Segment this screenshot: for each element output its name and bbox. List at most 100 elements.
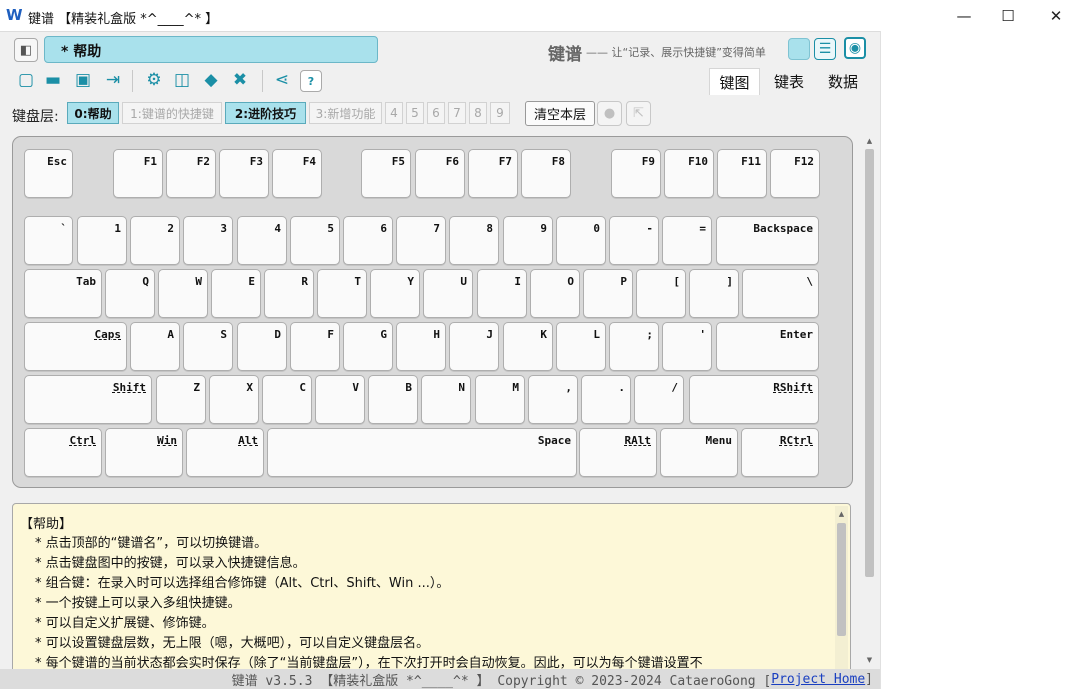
project-home-link[interactable]: Project Home	[771, 672, 865, 687]
main-scrollbar[interactable]: ▲ ▼	[863, 133, 876, 668]
key-caps[interactable]: Caps	[24, 322, 127, 371]
help-text-panel[interactable]: 【帮助】 * 点击顶部的“键谱名”，可以切换键谱。 * 点击键盘图中的按键，可以…	[12, 503, 851, 673]
key-c[interactable]: C	[262, 375, 312, 424]
scroll-down-icon[interactable]: ▼	[863, 654, 876, 666]
layer-3-button[interactable]: 3:新增功能	[309, 102, 382, 124]
key-backtick[interactable]: `	[24, 216, 73, 265]
key-rbracket[interactable]: ]	[689, 269, 739, 318]
key-e[interactable]: E	[211, 269, 261, 318]
key-h[interactable]: H	[396, 322, 446, 371]
key-b[interactable]: B	[368, 375, 418, 424]
trash-icon[interactable]: ✖	[228, 68, 252, 92]
keyspec-name-selector[interactable]: * 帮助	[44, 36, 378, 63]
key-quote[interactable]: '	[662, 322, 712, 371]
save-icon[interactable]: ▣	[71, 68, 95, 92]
layer-4-button[interactable]: 4	[385, 102, 403, 124]
save-as-icon[interactable]: ⇥	[101, 68, 125, 92]
key-l[interactable]: L	[556, 322, 606, 371]
key-q[interactable]: Q	[105, 269, 155, 318]
key-x[interactable]: X	[209, 375, 259, 424]
export-icon[interactable]: ⇱	[626, 101, 651, 126]
key-o[interactable]: O	[530, 269, 580, 318]
key-period[interactable]: .	[581, 375, 631, 424]
key-semicolon[interactable]: ;	[609, 322, 659, 371]
key-ctrl[interactable]: Ctrl	[24, 428, 102, 477]
key-shift[interactable]: Shift	[24, 375, 152, 424]
minimize-button[interactable]: —	[941, 0, 987, 31]
key-f4[interactable]: F4	[272, 149, 322, 198]
key-0[interactable]: 0	[556, 216, 606, 265]
key-y[interactable]: Y	[370, 269, 420, 318]
key-menu[interactable]: Menu	[660, 428, 738, 477]
key-m[interactable]: M	[475, 375, 525, 424]
new-keyspec-icon[interactable]: ▢	[14, 68, 38, 92]
key-ralt[interactable]: RAlt	[579, 428, 657, 477]
layer-8-button[interactable]: 8	[469, 102, 487, 124]
open-folder-icon[interactable]: ▬	[41, 68, 65, 92]
key-tab[interactable]: Tab	[24, 269, 102, 318]
key-f6[interactable]: F6	[415, 149, 465, 198]
help-scrollbar[interactable]: ▲	[835, 506, 848, 671]
scroll-up-icon[interactable]: ▲	[863, 135, 876, 147]
key-minus[interactable]: -	[609, 216, 659, 265]
key-f8[interactable]: F8	[521, 149, 571, 198]
key-a[interactable]: A	[130, 322, 180, 371]
key-2[interactable]: 2	[130, 216, 180, 265]
settings-icon[interactable]: ⚙	[142, 68, 166, 92]
key-backspace[interactable]: Backspace	[716, 216, 819, 265]
key-v[interactable]: V	[315, 375, 365, 424]
key-f7[interactable]: F7	[468, 149, 518, 198]
list-icon[interactable]: ☰	[814, 38, 836, 60]
clear-layer-button[interactable]: 清空本层	[525, 101, 595, 126]
key-equals[interactable]: =	[662, 216, 712, 265]
layer-0-button[interactable]: 0:帮助	[67, 102, 119, 124]
key-n[interactable]: N	[421, 375, 471, 424]
layer-1-button[interactable]: 1:键谱的快捷键	[122, 102, 222, 124]
scroll-up-icon[interactable]: ▲	[835, 508, 848, 520]
key-rctrl[interactable]: RCtrl	[741, 428, 819, 477]
eraser-icon[interactable]: ◆	[199, 68, 223, 92]
key-rshift[interactable]: RShift	[689, 375, 819, 424]
tab-data[interactable]: 数据	[818, 68, 868, 95]
key-t[interactable]: T	[317, 269, 367, 318]
key-s[interactable]: S	[183, 322, 233, 371]
key-f12[interactable]: F12	[770, 149, 820, 198]
color-swatch-button[interactable]	[788, 38, 810, 60]
key-1[interactable]: 1	[77, 216, 127, 265]
layer-5-button[interactable]: 5	[406, 102, 424, 124]
key-f5[interactable]: F5	[361, 149, 411, 198]
key-w[interactable]: W	[158, 269, 208, 318]
key-f1[interactable]: F1	[113, 149, 163, 198]
help-icon[interactable]: ?	[300, 70, 322, 92]
layer-7-button[interactable]: 7	[448, 102, 466, 124]
tab-keymap[interactable]: 键图	[709, 68, 760, 95]
layer-9-button[interactable]: 9	[490, 102, 510, 124]
key-f3[interactable]: F3	[219, 149, 269, 198]
key-p[interactable]: P	[583, 269, 633, 318]
key-enter[interactable]: Enter	[716, 322, 819, 371]
apple-icon[interactable]: ●	[597, 101, 622, 126]
key-f2[interactable]: F2	[166, 149, 216, 198]
key-u[interactable]: U	[423, 269, 473, 318]
sidebar-toggle-button[interactable]: ◧	[14, 38, 38, 62]
key-f[interactable]: F	[290, 322, 340, 371]
close-button[interactable]: ✕	[1033, 0, 1079, 31]
maximize-button[interactable]: ☐	[985, 0, 1031, 31]
key-4[interactable]: 4	[237, 216, 287, 265]
key-k[interactable]: K	[503, 322, 553, 371]
key-z[interactable]: Z	[156, 375, 206, 424]
layer-2-button[interactable]: 2:进阶技巧	[225, 102, 306, 124]
key-r[interactable]: R	[264, 269, 314, 318]
key-esc[interactable]: Esc	[24, 149, 73, 198]
key-backslash[interactable]: \	[742, 269, 819, 318]
key-9[interactable]: 9	[503, 216, 553, 265]
key-g[interactable]: G	[343, 322, 393, 371]
key-d[interactable]: D	[237, 322, 287, 371]
split-icon[interactable]: ◫	[170, 68, 194, 92]
key-f9[interactable]: F9	[611, 149, 661, 198]
key-comma[interactable]: ,	[528, 375, 578, 424]
key-j[interactable]: J	[449, 322, 499, 371]
camera-icon[interactable]: ◉	[844, 37, 866, 59]
key-5[interactable]: 5	[290, 216, 340, 265]
layer-6-button[interactable]: 6	[427, 102, 445, 124]
